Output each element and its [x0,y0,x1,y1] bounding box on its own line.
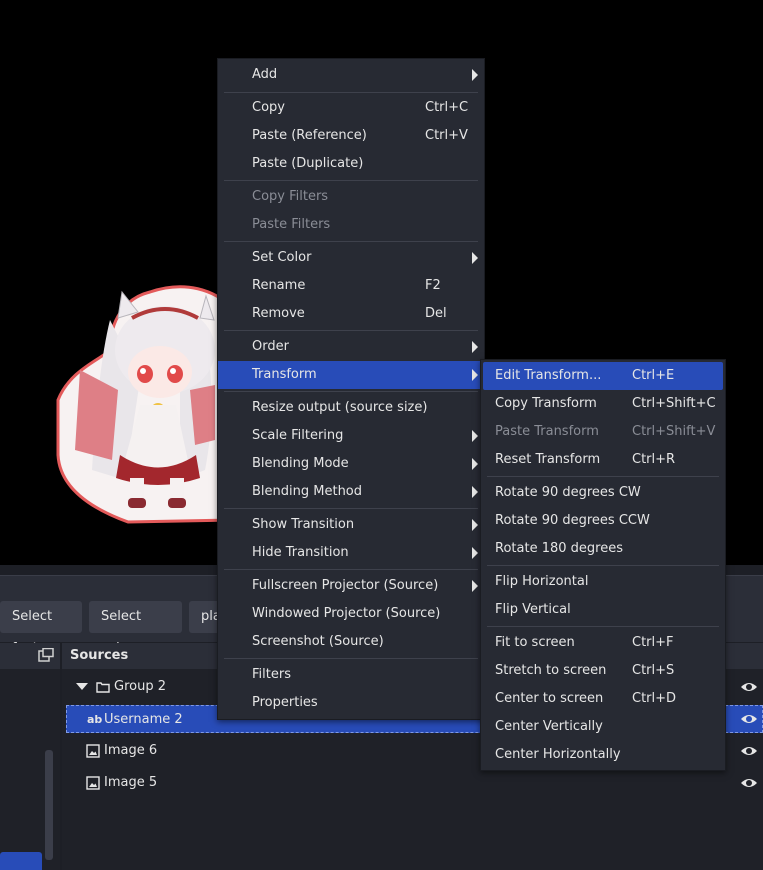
menu-item-properties[interactable]: Properties [218,689,484,717]
menu-item-transform[interactable]: Transform [218,361,484,389]
menu-item-copy[interactable]: Copy Ctrl+C [218,94,484,122]
menu-item-paste-duplicate[interactable]: Paste (Duplicate) [218,150,484,178]
source-label: Image 6 [104,743,158,758]
menu-item-flip-vertical[interactable]: Flip Vertical [481,596,725,624]
menu-item-center-vertically[interactable]: Center Vertically [481,713,725,741]
submenu-arrow-icon [472,430,478,442]
menu-item-stretch-to-screen[interactable]: Stretch to screen Ctrl+S [481,657,725,685]
menu-item-rotate-cw[interactable]: Rotate 90 degrees CW [481,479,725,507]
scenes-scrollbar[interactable] [45,750,53,860]
source-row-image-5[interactable]: Image 5 [66,769,763,797]
submenu-arrow-icon [472,341,478,353]
transform-submenu: Edit Transform... Ctrl+E Copy Transform Ct… [480,359,726,771]
menu-item-remove[interactable]: Remove Del [218,300,484,328]
submenu-arrow-icon [472,458,478,470]
submenu-arrow-icon [472,252,478,264]
menu-item-paste-filters: Paste Filters [252,217,331,232]
visibility-eye-icon[interactable] [740,745,758,757]
image-icon [86,776,100,790]
visibility-eye-icon[interactable] [740,681,758,693]
menu-item-copy-transform[interactable]: Copy Transform Ctrl+Shift+C [481,390,725,418]
source-label: Image 5 [104,775,158,790]
menu-item-center-to-screen[interactable]: Center to screen Ctrl+D [481,685,725,713]
menu-item-paste-reference[interactable]: Paste (Reference) Ctrl+V [218,122,484,150]
undock-icon[interactable] [38,648,54,664]
menu-item-blending-mode[interactable]: Blending Mode [218,450,484,478]
menu-item-edit-transform[interactable]: Edit Transform... Ctrl+E [483,362,723,390]
source-context-menu: Add Copy Ctrl+C Paste (Reference) Ctrl+V P… [217,58,485,720]
visibility-eye-icon[interactable] [740,713,758,725]
menu-item-resize-output[interactable]: Resize output (source size) [218,394,484,422]
menu-item-hide-transition[interactable]: Hide Transition [218,539,484,567]
menu-item-windowed-projector[interactable]: Windowed Projector (Source) [218,600,484,628]
submenu-arrow-icon [472,486,478,498]
select-font-button[interactable]: Select font [0,601,82,656]
source-label: Username 2 [104,712,183,727]
menu-item-reset-transform[interactable]: Reset Transform Ctrl+R [481,446,725,474]
folder-icon [96,682,110,693]
menu-item-paste-transform: Paste Transform Ctrl+Shift+V [495,424,716,439]
submenu-arrow-icon [472,369,478,381]
menu-item-rotate-180[interactable]: Rotate 180 degrees [481,535,725,563]
menu-item-fit-to-screen[interactable]: Fit to screen Ctrl+F [481,629,725,657]
submenu-arrow-icon [472,519,478,531]
menu-item-set-color[interactable]: Set Color [218,244,484,272]
menu-item-fullscreen-projector[interactable]: Fullscreen Projector (Source) [218,572,484,600]
menu-item-blending-method[interactable]: Blending Method [218,478,484,506]
select-color-button[interactable]: Select color [89,601,182,656]
menu-item-screenshot[interactable]: Screenshot (Source) [218,628,484,656]
menu-item-rename[interactable]: Rename F2 [218,272,484,300]
visibility-eye-icon[interactable] [740,777,758,789]
menu-item-rotate-ccw[interactable]: Rotate 90 degrees CCW [481,507,725,535]
menu-item-add[interactable]: Add [218,61,484,89]
submenu-arrow-icon [472,69,478,81]
submenu-arrow-icon [472,580,478,592]
submenu-arrow-icon [472,547,478,559]
source-label: Group 2 [114,679,166,694]
menu-item-order[interactable]: Order [218,333,484,361]
menu-item-show-transition[interactable]: Show Transition [218,511,484,539]
menu-item-flip-horizontal[interactable]: Flip Horizontal [481,568,725,596]
menu-item-filters[interactable]: Filters [218,661,484,689]
menu-item-copy-filters: Copy Filters [252,189,329,204]
text-source-icon: ab [87,713,103,726]
menu-item-center-horizontally[interactable]: Center Horizontally [481,741,725,769]
selected-scene-item[interactable] [0,852,42,870]
collapse-arrow-icon[interactable] [76,683,88,690]
image-icon [86,744,100,758]
menu-item-scale-filtering[interactable]: Scale Filtering [218,422,484,450]
